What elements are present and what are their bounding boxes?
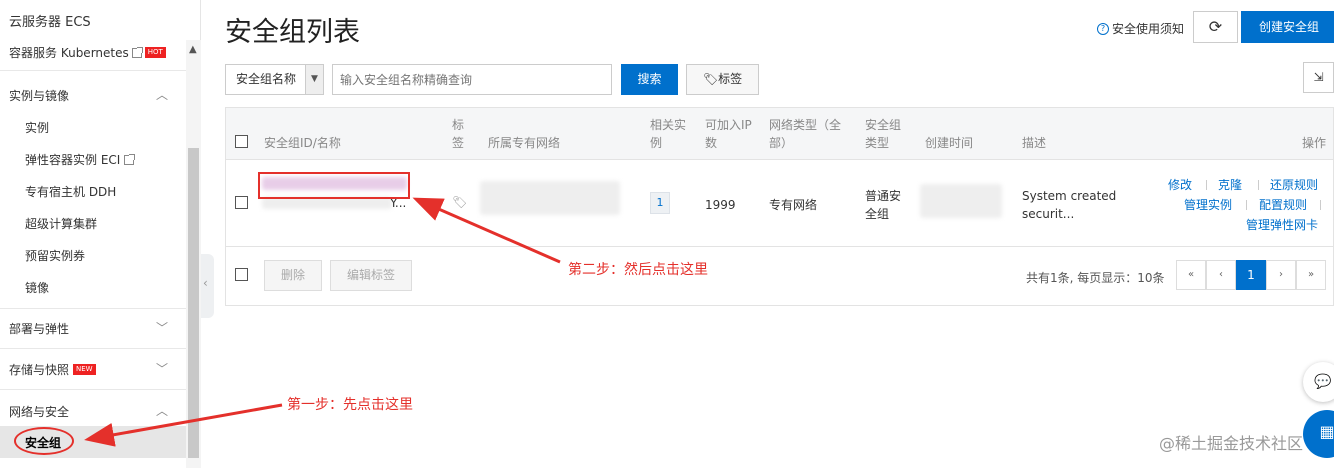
arrow-step1 (84, 403, 283, 447)
chat-icon: 💬 (1314, 374, 1332, 390)
watermark: @稀土掘金技术社区 (1159, 434, 1304, 453)
annotation-step1: 第一步：先点击这里 (287, 397, 413, 413)
annotation-step2: 第二步：然后点击这里 (568, 262, 708, 278)
annotation-arrows (84, 197, 561, 447)
arrow-step2 (412, 197, 561, 264)
apps-grid-icon: ▦ (1319, 422, 1334, 441)
